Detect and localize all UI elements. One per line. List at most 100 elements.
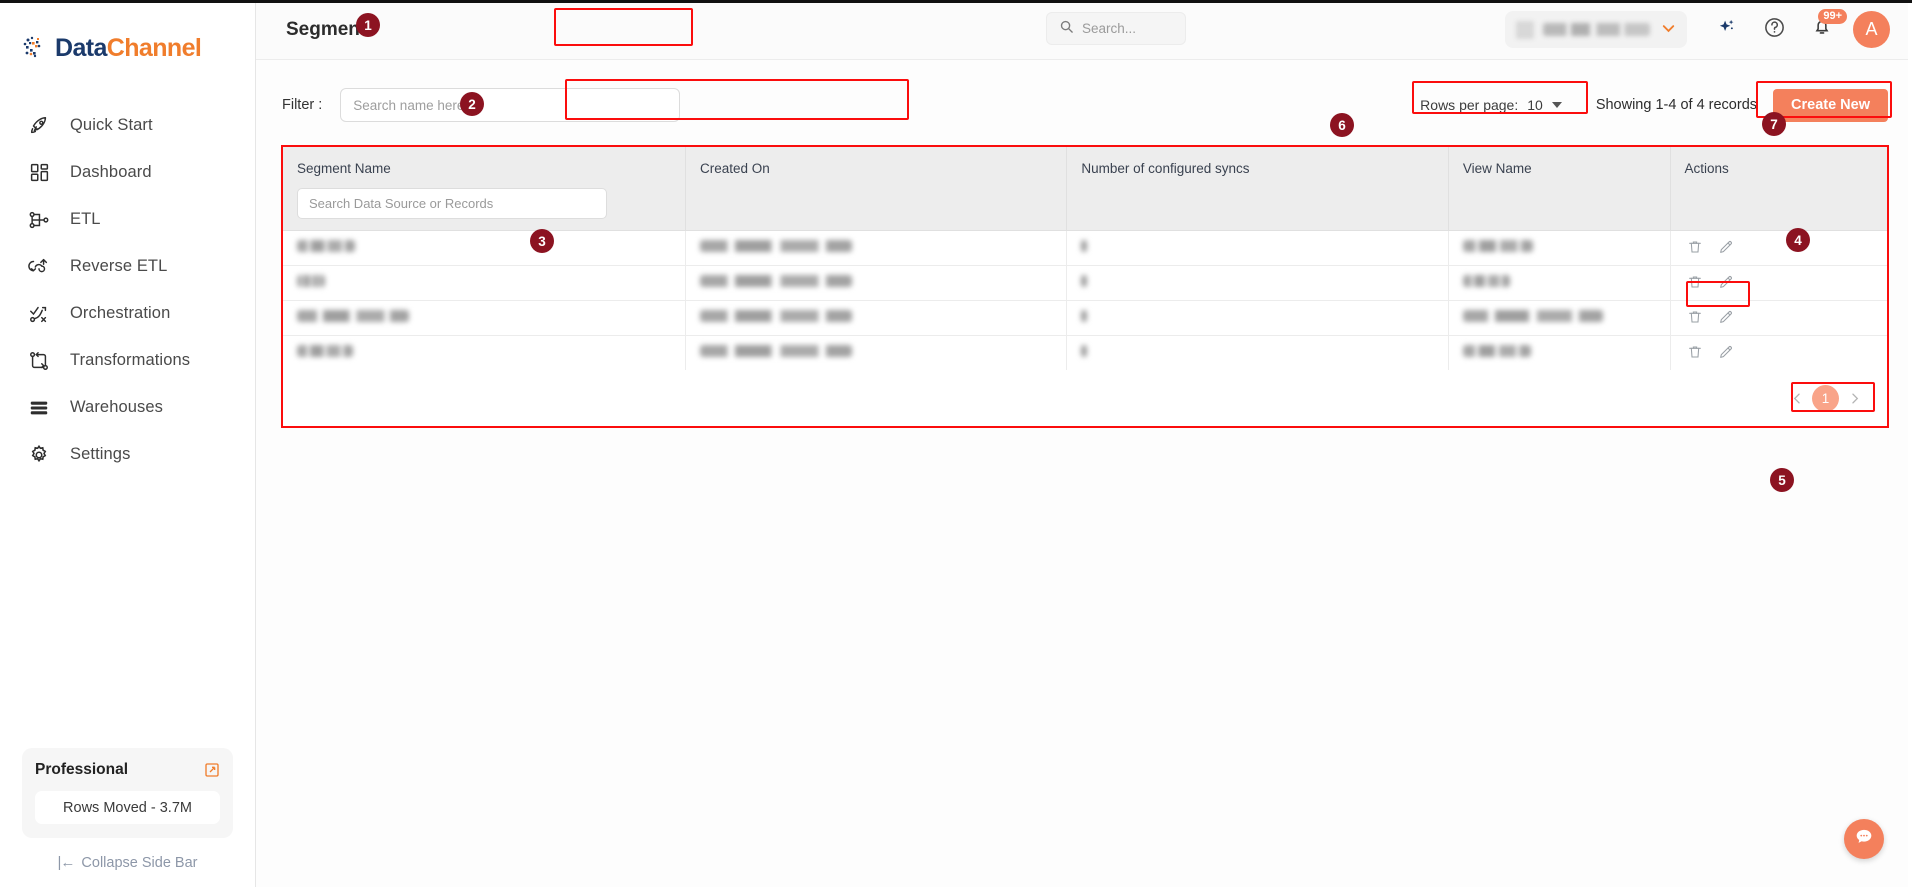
table-body [283, 229, 1887, 370]
sidebar-item-quick-start[interactable]: Quick Start [0, 102, 255, 149]
etl-nodes-icon [26, 207, 52, 233]
plan-header: Professional [35, 761, 220, 779]
cell-created-on [685, 334, 1068, 370]
annotation-step-2: 2 [460, 92, 484, 116]
cell-view-name [1448, 299, 1671, 335]
filter-name-input[interactable]: Search name here [340, 88, 681, 122]
sidebar-item-etl[interactable]: ETL [0, 196, 255, 243]
organization-selector[interactable] [1505, 11, 1687, 48]
column-header-label: Segment Name [297, 161, 391, 176]
cell-configured-syncs [1066, 264, 1449, 300]
filter-label: Filter : [282, 97, 323, 113]
column-header-label: View Name [1462, 161, 1532, 176]
chevron-down-icon [1551, 102, 1562, 108]
annotation-step-6: 6 [1330, 113, 1354, 137]
sidebar-item-warehouses[interactable]: Warehouses [0, 384, 255, 431]
sidebar-item-transformations[interactable]: Transformations [0, 337, 255, 384]
cell-segment-name[interactable] [283, 264, 686, 300]
cell-configured-syncs [1066, 334, 1449, 370]
cell-actions [1670, 299, 1887, 335]
collapse-sidebar-button[interactable]: |← Collapse Side Bar [22, 854, 233, 871]
pagination-prev-button[interactable] [1782, 383, 1812, 413]
sidebar-footer: Professional Rows Moved - 3.7M |← Collap… [0, 748, 255, 887]
sidebar-item-settings[interactable]: Settings [0, 431, 255, 478]
cell-view-name [1448, 264, 1671, 300]
search-icon [1059, 19, 1074, 39]
cell-created-on [685, 264, 1068, 300]
avatar-initial: A [1865, 19, 1878, 39]
column-header-label: Number of configured syncs [1081, 161, 1250, 176]
brand-logo[interactable]: DataChannel [0, 0, 255, 74]
plan-name: Professional [35, 761, 129, 778]
ai-assistant-button[interactable] [1709, 13, 1743, 47]
cell-configured-syncs [1066, 229, 1449, 265]
table-row[interactable] [283, 264, 1887, 300]
cell-view-name [1448, 229, 1671, 265]
app-root: DataChannel Quick Start Dashboard ETL Re… [0, 0, 1912, 887]
external-link-icon[interactable] [204, 762, 220, 778]
trash-icon[interactable] [1687, 344, 1704, 361]
trash-icon[interactable] [1687, 239, 1704, 256]
pagination-next-button[interactable] [1839, 383, 1869, 413]
annotation-step-5: 5 [1770, 468, 1794, 492]
gear-icon [26, 442, 52, 468]
pencil-edit-icon[interactable] [1718, 344, 1735, 361]
collapse-sidebar-label: Collapse Side Bar [81, 854, 198, 871]
avatar[interactable]: A [1853, 11, 1890, 48]
segments-table-element: Segment Name Search Data Source or Recor… [283, 147, 1887, 370]
column-header-view-name[interactable]: View Name [1448, 147, 1671, 230]
trash-icon[interactable] [1687, 274, 1704, 291]
column-header-configured-syncs[interactable]: Number of configured syncs [1066, 147, 1449, 230]
create-new-button[interactable]: Create New [1773, 88, 1888, 122]
table-row[interactable] [283, 334, 1887, 370]
global-search[interactable]: Search... [1046, 12, 1186, 45]
sidebar-item-orchestration[interactable]: Orchestration [0, 290, 255, 337]
cell-segment-name[interactable] [283, 299, 686, 335]
annotation-step-1: 1 [356, 13, 380, 37]
grid-dashboard-icon [26, 160, 52, 186]
help-button[interactable] [1757, 13, 1791, 47]
sidebar-item-label: Warehouses [70, 398, 164, 416]
chat-bubble-icon [1853, 826, 1875, 853]
rows-per-page-selector[interactable]: Rows per page: 10 [1410, 93, 1572, 117]
chevron-down-icon [1659, 19, 1678, 41]
plan-usage: Rows Moved - 3.7M [35, 791, 220, 824]
table-row[interactable] [283, 299, 1887, 335]
notifications-button[interactable]: 99+ [1805, 8, 1847, 47]
cell-segment-name[interactable] [283, 334, 686, 370]
table-search-input[interactable]: Search Data Source or Records [297, 188, 607, 219]
sidebar-item-reverse-etl[interactable]: Reverse ETL [0, 243, 255, 290]
annotation-step-7: 7 [1762, 112, 1786, 136]
pagination-page-1[interactable]: 1 [1812, 384, 1839, 412]
column-header-segment-name[interactable]: Segment Name Search Data Source or Recor… [283, 147, 686, 230]
brand-name-part2: Channel [106, 33, 202, 62]
pencil-edit-icon[interactable] [1718, 274, 1735, 291]
cell-actions [1670, 334, 1887, 370]
annotation-step-3: 3 [530, 229, 554, 253]
notification-badge: 99+ [1818, 8, 1847, 24]
trash-icon[interactable] [1687, 309, 1704, 326]
pencil-edit-icon[interactable] [1718, 309, 1735, 326]
pagination: 1 [283, 370, 1887, 426]
help-circle-icon [1763, 16, 1786, 44]
organization-name [1543, 23, 1650, 36]
sidebar-item-label: Dashboard [70, 163, 152, 181]
sidebar-item-dashboard[interactable]: Dashboard [0, 149, 255, 196]
main-area: Segments Search... 99+ A Filter: Search… [256, 0, 1912, 887]
cell-actions [1670, 229, 1887, 265]
table-header-row: Segment Name Search Data Source or Recor… [283, 147, 1887, 230]
screen-top-edge [0, 0, 1912, 3]
column-header-created-on[interactable]: Created On [685, 147, 1068, 230]
pencil-edit-icon[interactable] [1718, 239, 1735, 256]
table-search-placeholder: Search Data Source or Records [309, 196, 494, 211]
sidebar-item-label: Orchestration [70, 304, 171, 322]
table-row[interactable] [283, 229, 1887, 265]
segments-table: Segment Name Search Data Source or Recor… [281, 145, 1889, 428]
cell-actions [1670, 264, 1887, 300]
cell-segment-name[interactable] [283, 229, 686, 265]
column-header-label: Created On [699, 161, 770, 176]
sidebar-item-label: ETL [70, 210, 101, 228]
sidebar-nav: Quick Start Dashboard ETL Reverse ETL Or… [0, 102, 255, 478]
sidebar-item-label: Reverse ETL [70, 257, 168, 275]
chat-widget-button[interactable] [1844, 819, 1884, 859]
